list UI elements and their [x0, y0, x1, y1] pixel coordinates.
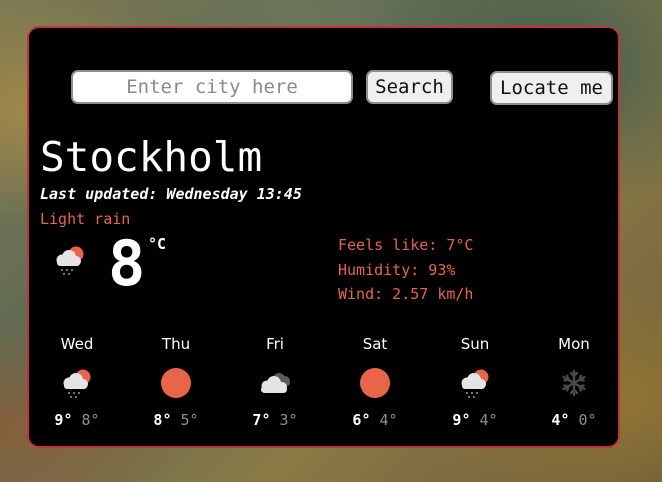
forecast-max: 4° — [551, 411, 570, 429]
forecast-day-name: Wed — [60, 335, 94, 353]
forecast-temps: 4° 0° — [529, 410, 619, 430]
sun-icon — [161, 368, 191, 398]
forecast-max: 6° — [352, 411, 371, 429]
forecast-min: 4° — [379, 411, 398, 429]
forecast-day-name: Fri — [266, 335, 284, 353]
wind-speed: Wind: 2.57 km/h — [338, 285, 474, 303]
forecast-day: Sun 9° 4° — [430, 334, 520, 430]
forecast-day-name: Sun — [460, 335, 490, 353]
humidity: Humidity: 93% — [338, 260, 456, 279]
feels-like: Feels like: 7°C — [338, 236, 474, 254]
forecast-day: Fri 7° 3° — [230, 334, 320, 430]
sun-icon — [360, 368, 390, 398]
weather-description: Light rain — [40, 210, 131, 228]
forecast-max: 8° — [153, 411, 172, 429]
forecast-temps: 9° 4° — [430, 410, 520, 430]
forecast-day-name: Thu — [161, 335, 191, 353]
last-updated: Last updated: Wednesday 13:45 — [40, 185, 302, 203]
forecast-max: 7° — [252, 411, 271, 429]
forecast-day: Thu 8° 5° — [131, 334, 221, 430]
search-button[interactable]: Search — [366, 70, 453, 104]
clouds-icon — [261, 373, 290, 393]
forecast-max: 9° — [54, 411, 73, 429]
forecast-temps: 9° 8° — [32, 410, 122, 430]
city-search-input[interactable] — [71, 70, 353, 104]
light-rain-icon — [461, 369, 489, 398]
forecast-day-name: Mon — [558, 335, 590, 353]
current-temperature: 8 — [108, 227, 146, 300]
snow-icon — [562, 369, 586, 397]
forecast-day: Wed 9° 8° — [32, 334, 122, 430]
forecast-temps: 8° 5° — [131, 410, 221, 430]
forecast-max: 9° — [452, 411, 471, 429]
locate-me-button[interactable]: Locate me — [490, 71, 613, 105]
forecast-day: Sat 6° 4° — [330, 334, 420, 430]
light-rain-icon — [56, 246, 84, 275]
light-rain-icon — [63, 369, 91, 398]
temperature-unit[interactable]: °C — [148, 235, 166, 253]
forecast-min: 0° — [578, 411, 597, 429]
weather-card: Search Locate me Stockholm Last updated:… — [27, 26, 620, 448]
forecast-temps: 7° 3° — [230, 410, 320, 430]
forecast-min: 4° — [479, 411, 498, 429]
forecast-temps: 6° 4° — [330, 410, 420, 430]
weather-details: Feels like: 7°C Humidity: 93% Wind: 2.57… — [338, 233, 473, 307]
forecast-min: 5° — [180, 411, 199, 429]
forecast-day: Mon 4° 0° — [529, 334, 619, 430]
forecast-min: 8° — [81, 411, 100, 429]
city-name: Stockholm — [40, 133, 263, 181]
forecast-min: 3° — [279, 411, 298, 429]
forecast-day-name: Sat — [362, 335, 388, 353]
